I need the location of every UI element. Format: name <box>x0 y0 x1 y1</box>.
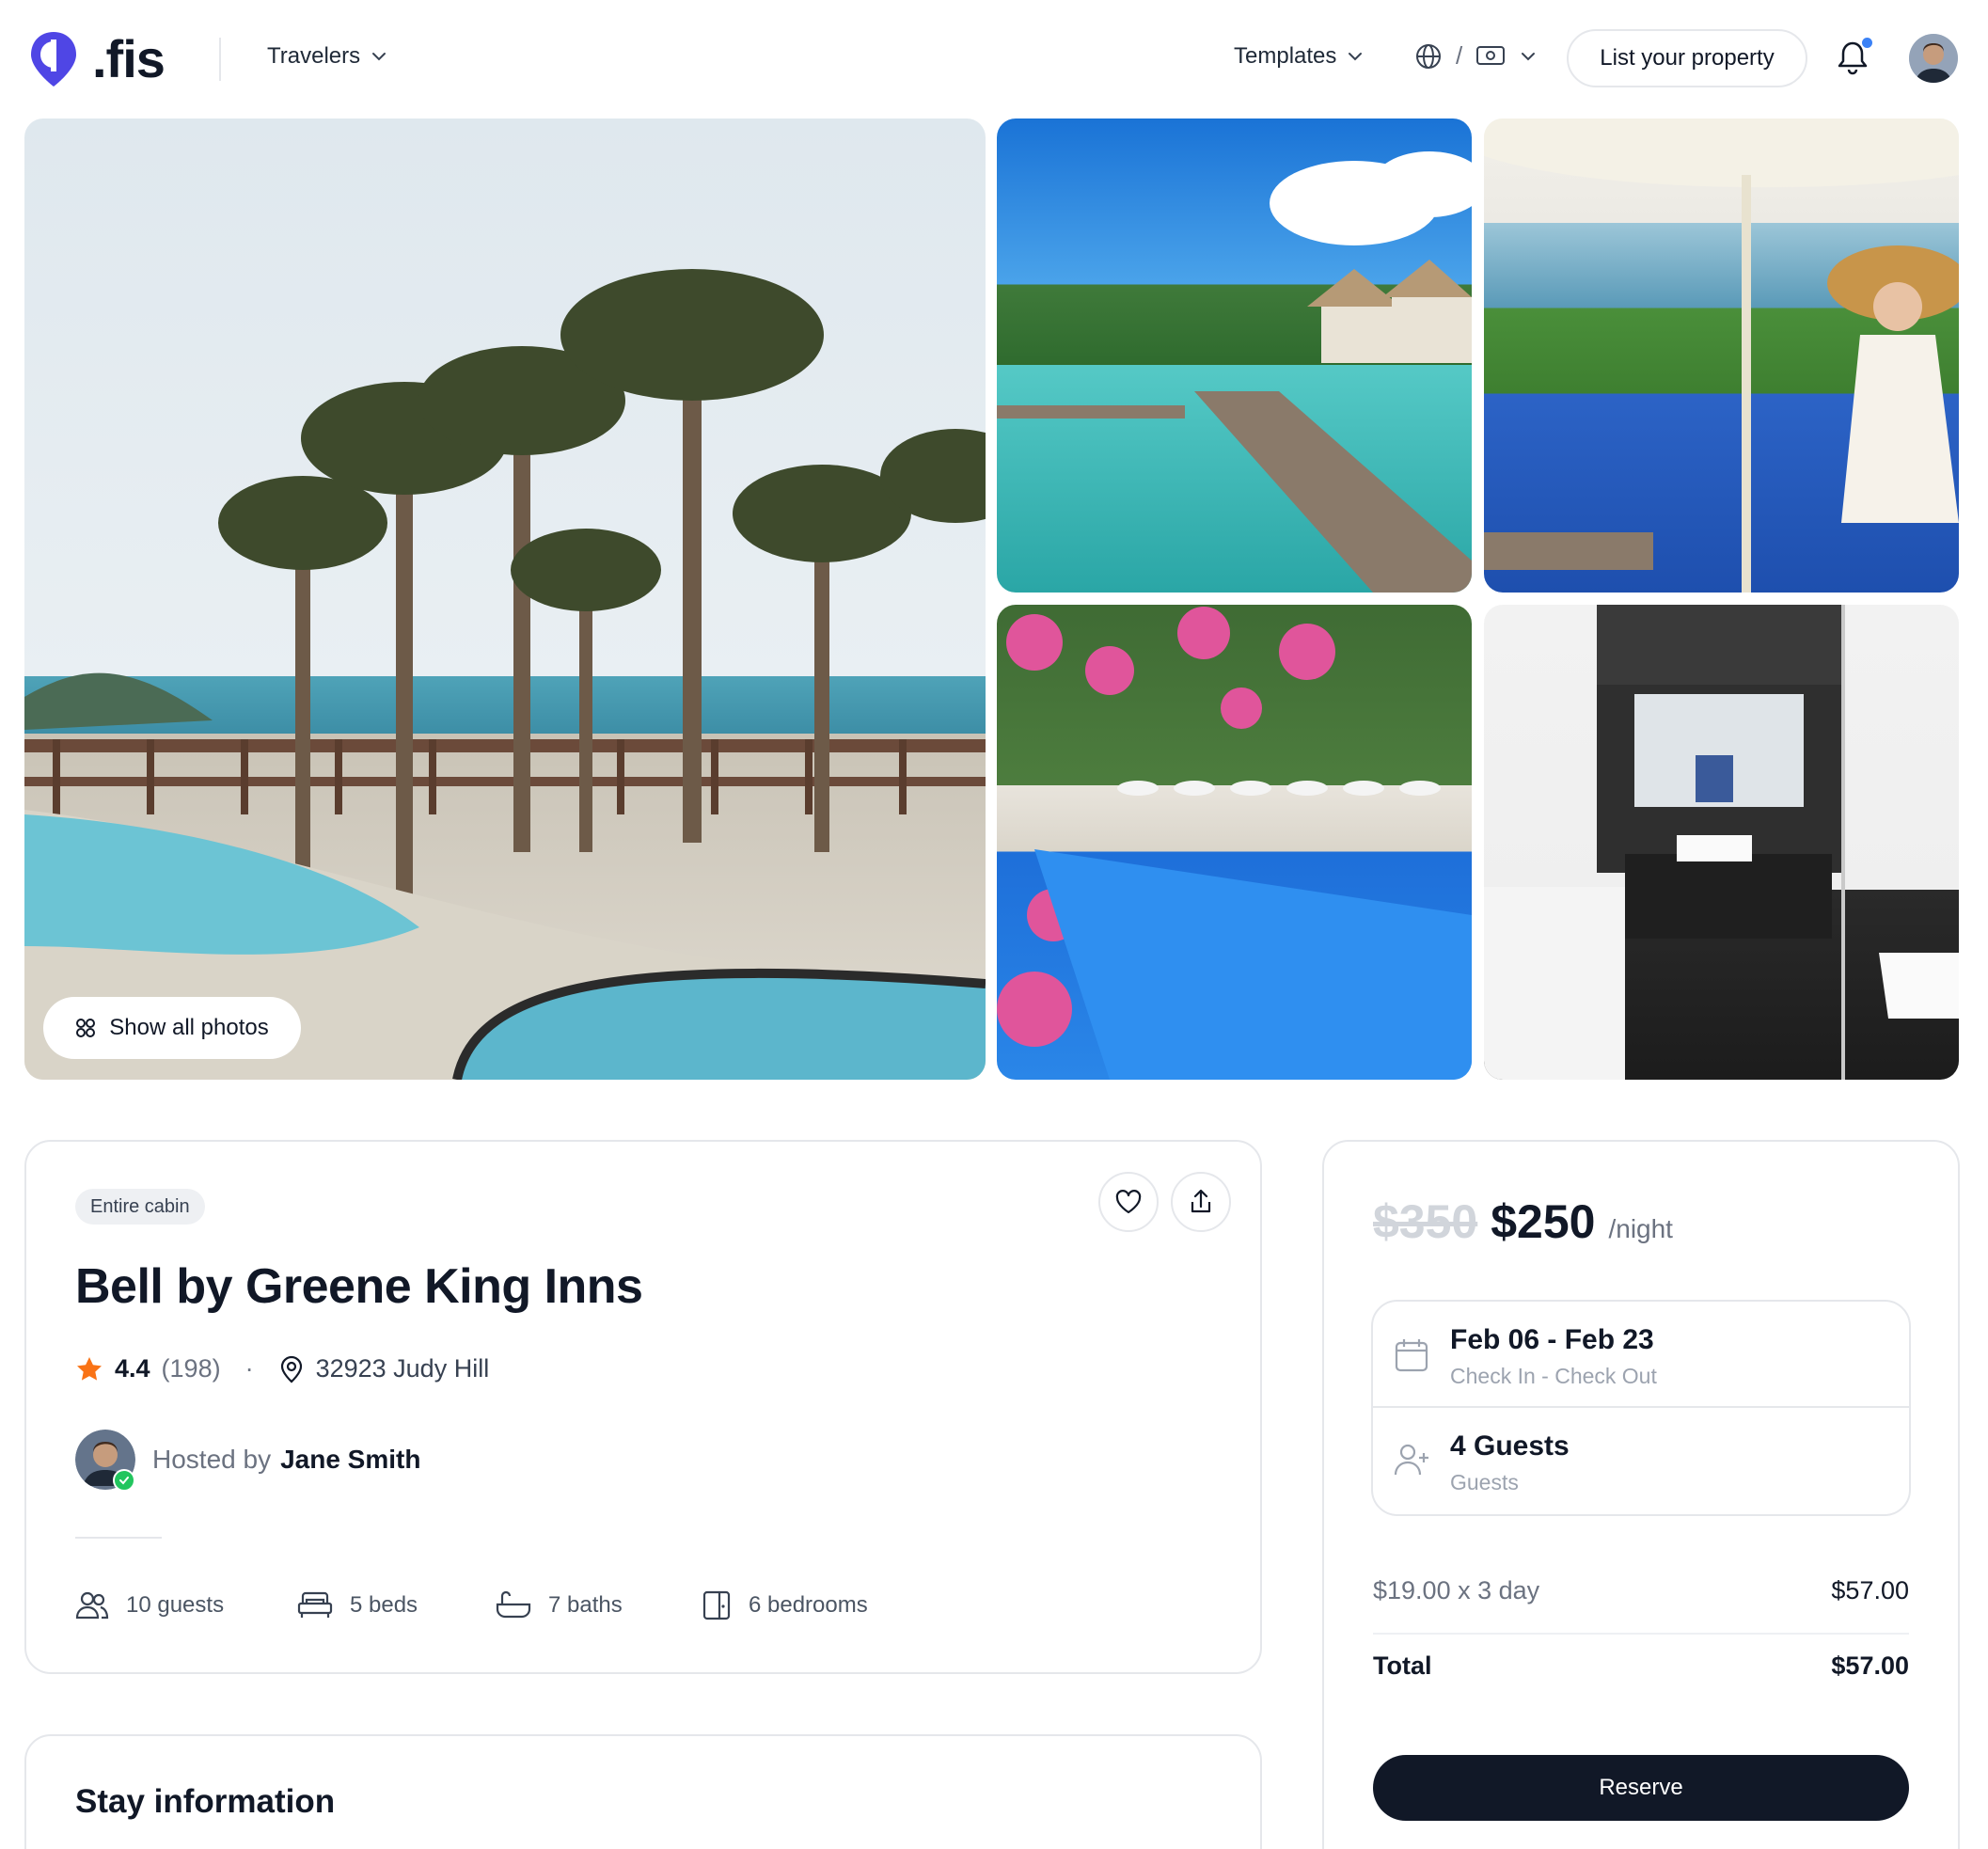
show-all-photos-button[interactable]: Show all photos <box>43 997 301 1059</box>
price-line-label: $19.00 x 3 day <box>1373 1576 1540 1604</box>
list-property-button[interactable]: List your property <box>1567 29 1807 87</box>
short-divider <box>75 1537 162 1539</box>
star-icon <box>77 1356 102 1381</box>
palm-trees-scene <box>24 269 986 1080</box>
rating-row: 4.4 (198) · 32923 Judy Hill <box>75 1354 489 1383</box>
verified-badge <box>113 1469 135 1492</box>
header: .fis Travelers Templates / List your pro… <box>0 0 1988 117</box>
stay-information-card: Stay information <box>24 1734 1262 1849</box>
amenity-label: 7 baths <box>548 1592 623 1618</box>
photo-4[interactable] <box>997 605 1472 1080</box>
templates-label: Templates <box>1234 43 1337 69</box>
amenity-guests: 10 guests <box>75 1590 297 1620</box>
host-row: Hosted by Jane Smith <box>75 1430 420 1492</box>
travelers-label: Travelers <box>267 43 361 69</box>
chevron-down-icon <box>1522 52 1536 60</box>
dates-value: Feb 06 - Feb 23 <box>1450 1324 1654 1355</box>
per-night: /night <box>1608 1214 1673 1243</box>
notification-dot <box>1862 38 1872 48</box>
globe-icon <box>1416 43 1441 69</box>
photo-3[interactable] <box>1484 119 1959 593</box>
currency-icon <box>1476 45 1506 65</box>
door-icon <box>702 1590 731 1620</box>
reserve-label: Reserve <box>1599 1775 1683 1800</box>
show-all-photos-label: Show all photos <box>109 1015 269 1040</box>
heart-icon <box>1115 1190 1142 1214</box>
rating-value: 4.4 <box>115 1354 150 1383</box>
guests-field[interactable]: 4 Guests Guests <box>1373 1408 1909 1514</box>
dates-field[interactable]: Feb 06 - Feb 23 Check In - Check Out <box>1373 1302 1909 1408</box>
logo-text: .fis <box>92 29 166 88</box>
pool-umbrella-scene <box>1484 119 1959 593</box>
list-property-label: List your property <box>1600 45 1775 71</box>
total-label: Total <box>1373 1651 1432 1680</box>
bath-icon <box>496 1590 531 1619</box>
guests-value: 4 Guests <box>1450 1430 1570 1462</box>
listing-title: Bell by Greene King Inns <box>75 1259 643 1314</box>
language-currency-menu[interactable]: / <box>1414 41 1538 71</box>
old-price: $350 <box>1373 1195 1478 1248</box>
location-pin-icon <box>280 1355 302 1383</box>
booking-card: $350 $250 /night Feb 06 - Feb 23 Check I… <box>1322 1140 1960 1849</box>
separator: / <box>1456 41 1463 70</box>
header-divider <box>219 38 221 81</box>
chevron-down-icon <box>372 53 387 61</box>
chevron-down-icon <box>1349 53 1363 61</box>
host-avatar[interactable] <box>75 1430 135 1492</box>
avatar[interactable] <box>1909 34 1958 83</box>
share-button[interactable] <box>1171 1172 1231 1232</box>
amenities-row: 10 guests 5 beds 7 baths 6 bedrooms <box>75 1589 868 1621</box>
address: 32923 Judy Hill <box>315 1354 490 1383</box>
photo-5[interactable] <box>1484 605 1959 1080</box>
amenity-label: 5 beds <box>350 1592 418 1618</box>
user-avatar-icon <box>1909 34 1958 83</box>
bed-icon <box>297 1591 333 1618</box>
logo-icon <box>31 31 76 87</box>
water-villa-scene <box>997 151 1472 593</box>
photo-2[interactable] <box>997 119 1472 593</box>
resort-pool-scene <box>997 607 1472 1080</box>
amenity-bedrooms: 6 bedrooms <box>702 1589 868 1621</box>
type-badge: Entire cabin <box>75 1189 205 1225</box>
price-line-value: $57.00 <box>1831 1576 1909 1604</box>
notifications-button[interactable] <box>1836 38 1873 77</box>
total-line: Total $57.00 <box>1373 1651 1909 1681</box>
favorite-button[interactable] <box>1098 1172 1159 1232</box>
amenity-baths: 7 baths <box>496 1590 702 1620</box>
logo[interactable]: .fis <box>28 28 166 89</box>
guests-icon <box>75 1591 109 1620</box>
reserve-button[interactable]: Reserve <box>1373 1755 1909 1821</box>
amenity-label: 10 guests <box>126 1592 225 1618</box>
dates-sub: Check In - Check Out <box>1450 1364 1657 1388</box>
booking-fields: Feb 06 - Feb 23 Check In - Check Out 4 G… <box>1371 1300 1911 1516</box>
total-value: $57.00 <box>1831 1651 1909 1680</box>
add-user-icon <box>1394 1444 1428 1476</box>
grid-icon <box>76 1019 96 1037</box>
current-price: $250 <box>1491 1195 1596 1248</box>
travelers-menu[interactable]: Travelers <box>267 43 388 70</box>
dot-separator: · <box>245 1354 254 1383</box>
price-row: $350 $250 /night <box>1373 1194 1673 1249</box>
host-name[interactable]: Jane Smith <box>280 1445 420 1475</box>
hosted-by-label: Hosted by <box>152 1445 272 1474</box>
calendar-icon <box>1395 1339 1428 1372</box>
share-icon <box>1191 1189 1211 1213</box>
amenity-label: 6 bedrooms <box>749 1592 868 1618</box>
bathroom-scene <box>1484 605 1959 1080</box>
photo-main[interactable]: Show all photos <box>24 119 986 1080</box>
templates-menu[interactable]: Templates <box>1234 43 1365 70</box>
check-icon <box>119 1477 129 1485</box>
stay-information-heading: Stay information <box>75 1783 336 1820</box>
amenity-beds: 5 beds <box>297 1590 496 1620</box>
type-badge-label: Entire cabin <box>90 1195 190 1217</box>
price-line: $19.00 x 3 day $57.00 <box>1373 1576 1909 1605</box>
guests-sub: Guests <box>1450 1470 1519 1494</box>
total-divider <box>1373 1633 1909 1635</box>
review-count[interactable]: (198) <box>162 1354 221 1383</box>
listing-card: Entire cabin Bell by Greene King Inns 4.… <box>24 1140 1262 1674</box>
